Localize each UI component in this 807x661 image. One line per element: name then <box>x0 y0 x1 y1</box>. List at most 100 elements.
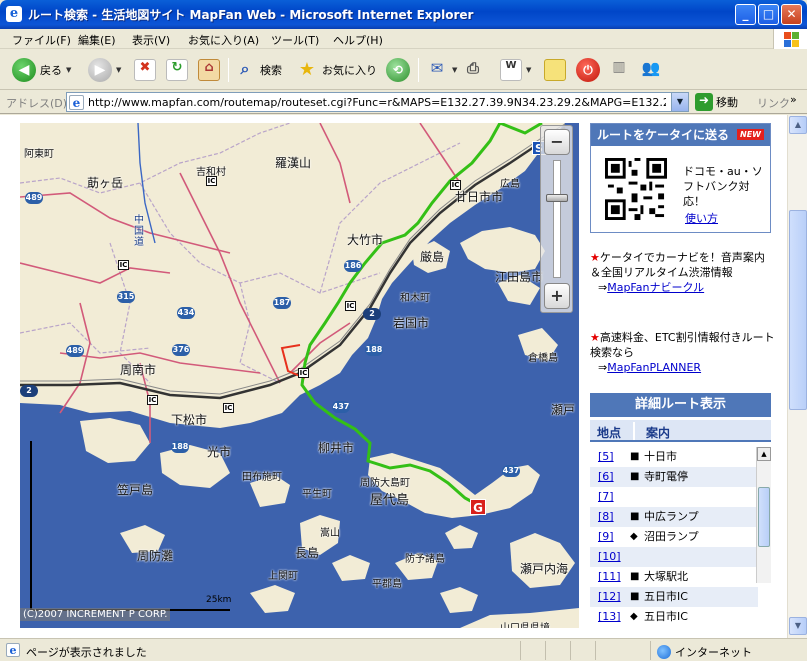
sidebar: ルートをケータイに送る NEW ドコモ・au・ソフトバンク対応！ 使い方 ★ケー… <box>582 115 787 638</box>
route-map[interactable]: 阿東町 吉和村 羅漢山 莇ヶ岳 廿日市市 広島 中国道 大竹市 厳島 江田島市 … <box>20 123 579 628</box>
list-item[interactable]: [6] ■ 寺町電停 <box>590 467 758 487</box>
discuss-button[interactable] <box>544 58 566 82</box>
zoom-out-button[interactable]: − <box>544 129 570 155</box>
map-label: 周南市 <box>120 363 157 377</box>
zoom-in-button[interactable]: + <box>544 283 570 309</box>
point-link[interactable]: [11] <box>598 567 621 587</box>
menu-edit[interactable]: 編集(E) <box>78 32 116 48</box>
scroll-up-icon[interactable]: ▲ <box>789 116 807 134</box>
zoom-slider-track[interactable] <box>553 160 561 278</box>
list-item[interactable]: [12] ■ 五日市IC <box>590 587 758 607</box>
menu-view[interactable]: 表示(V) <box>132 32 170 48</box>
zoom-slider-thumb[interactable] <box>546 194 568 202</box>
ic-marker[interactable]: IC <box>298 368 309 378</box>
scroll-thumb[interactable] <box>758 487 770 547</box>
square-icon: ■ <box>630 471 640 482</box>
detail-route-title[interactable]: 詳細ルート表示 <box>590 393 771 417</box>
page-scrollbar[interactable]: ▲ ▼ <box>787 115 807 638</box>
point-link[interactable]: [8] <box>598 507 614 527</box>
stop-button[interactable]: ✖ <box>134 58 156 82</box>
ic-marker[interactable]: IC <box>147 395 158 405</box>
list-item[interactable]: [13] ◆ 五日市IC <box>590 607 758 627</box>
square-icon: ■ <box>630 511 640 522</box>
chevron-down-icon[interactable]: ▼ <box>452 66 457 74</box>
messenger-button[interactable]: ⏻ <box>576 58 600 82</box>
map-label: 平郡島 <box>372 579 402 590</box>
map-label: 広島 <box>500 179 520 190</box>
scale-bar <box>30 441 32 611</box>
send-to-mobile-box: ルートをケータイに送る NEW ドコモ・au・ソフトバンク対応！ 使い方 <box>590 123 771 233</box>
links-label[interactable]: リンク <box>757 95 790 111</box>
msn-button[interactable]: 👥 <box>640 58 662 82</box>
menu-tools[interactable]: ツール(T) <box>271 32 319 48</box>
address-dropdown-icon[interactable]: ▼ <box>671 93 688 111</box>
zoom-control[interactable]: − + <box>540 125 573 313</box>
point-link[interactable]: [7] <box>598 487 614 507</box>
ic-marker[interactable]: IC <box>118 260 129 270</box>
ic-marker[interactable]: IC <box>206 176 217 186</box>
map-label: 防予諸島 <box>405 554 445 565</box>
scroll-down-icon[interactable]: ▼ <box>789 617 807 635</box>
address-input[interactable]: e http://www.mapfan.com/routemap/routese… <box>66 92 689 112</box>
chevron-down-icon[interactable]: ▼ <box>116 66 121 74</box>
chevron-down-icon[interactable]: ▼ <box>526 66 531 74</box>
point-link[interactable]: [9] <box>598 527 614 547</box>
map-label: 光市 <box>207 445 232 459</box>
goal-marker[interactable]: G <box>470 499 486 515</box>
edit-button[interactable]: W ▼ <box>500 58 531 82</box>
how-to-use-link[interactable]: 使い方 <box>685 210 718 226</box>
map-label: 大竹市 <box>347 233 384 247</box>
list-item[interactable]: [9] ◆ 沼田ランプ <box>590 527 758 547</box>
minimize-button[interactable]: _ <box>735 4 756 25</box>
maximize-button[interactable]: □ <box>758 4 779 25</box>
mapfan-navicle-link[interactable]: MapFanナビークル <box>607 281 704 294</box>
send-to-mobile-title[interactable]: ルートをケータイに送る NEW <box>591 124 770 146</box>
star-icon: ★ <box>298 59 316 80</box>
menu-favorites[interactable]: お気に入り(A) <box>188 32 259 48</box>
print-button[interactable]: ⎙ <box>462 58 484 82</box>
ic-marker[interactable]: IC <box>450 180 461 190</box>
map-label: 阿東町 <box>24 149 54 160</box>
list-item[interactable]: [5] ■ 十日市 <box>590 447 758 467</box>
favorites-button[interactable]: ★ お気に入り <box>296 58 377 82</box>
menu-file[interactable]: ファイル(F) <box>12 32 71 48</box>
list-item[interactable]: [8] ■ 中広ランプ <box>590 507 758 527</box>
research-button[interactable]: ▥ <box>608 58 630 82</box>
refresh-button[interactable]: ↻ <box>166 58 188 82</box>
stop-icon: ✖ <box>134 59 156 81</box>
detail-list-scrollbar[interactable]: ▲ <box>756 447 771 583</box>
detail-route-list[interactable]: [5] ■ 十日市 [6] ■ 寺町電停 [7] [8] ■ 中広ランプ [9] ◆ 沼田ランプ… <box>590 447 758 635</box>
point-link[interactable]: [12] <box>598 587 621 607</box>
map-copyright: (C)2007 INCREMENT P CORP. <box>20 608 171 621</box>
back-button[interactable]: ◀ 戻る ▼ <box>12 58 71 82</box>
route-number: 437 <box>332 401 350 413</box>
map-label: 羅漢山 <box>275 156 312 170</box>
point-link[interactable]: [13] <box>598 607 621 627</box>
point-link[interactable]: [10] <box>598 547 621 567</box>
forward-button[interactable]: ▶ ▼ <box>88 58 121 82</box>
ic-marker[interactable]: IC <box>345 301 356 311</box>
mail-button[interactable]: ✉ ▼ <box>426 58 458 82</box>
scroll-thumb[interactable] <box>789 210 807 410</box>
list-item[interactable]: [10] <box>590 547 758 567</box>
menu-help[interactable]: ヘルプ(H) <box>333 32 383 48</box>
go-button[interactable]: ➜ 移動 <box>695 93 738 111</box>
scroll-up-icon[interactable]: ▲ <box>757 447 771 461</box>
chevron-right-icon[interactable]: » <box>790 93 797 106</box>
home-button[interactable]: ⌂ <box>198 58 220 82</box>
map-label: 笠戸島 <box>117 483 154 497</box>
point-link[interactable]: [5] <box>598 447 614 467</box>
map-label: 周防灘 <box>137 549 174 563</box>
close-button[interactable]: ✕ <box>781 4 802 25</box>
address-url[interactable]: http://www.mapfan.com/routemap/routeset.… <box>88 96 666 109</box>
mapfan-planner-link[interactable]: MapFanPLANNER <box>607 361 701 374</box>
history-button[interactable]: ⟲ <box>386 58 410 82</box>
point-link[interactable]: [6] <box>598 467 614 487</box>
chevron-down-icon[interactable]: ▼ <box>66 66 71 74</box>
list-item[interactable]: [11] ■ 大塚駅北 <box>590 567 758 587</box>
search-button[interactable]: ⌕ 検索 <box>234 58 282 82</box>
ic-marker[interactable]: IC <box>223 403 234 413</box>
list-item[interactable]: [7] <box>590 487 758 507</box>
map-label: 中国道 <box>134 215 144 248</box>
printer-icon: ⎙ <box>466 59 479 77</box>
